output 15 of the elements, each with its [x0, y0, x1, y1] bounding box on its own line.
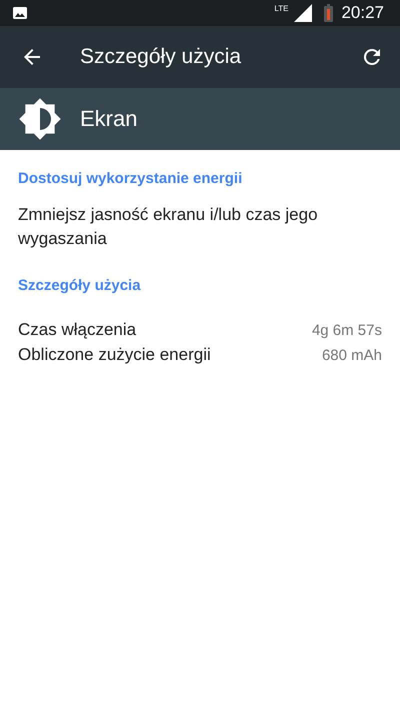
row-label: Obliczone zużycie energii [18, 345, 211, 365]
toolbar-title: Szczegóły użycia [80, 45, 242, 69]
tip-text: Zmniejsz jasność ekranu i/lub czas jego wygaszania [18, 204, 319, 250]
row-label: Czas włączenia [18, 320, 136, 340]
row-value: 680 mAh [322, 347, 382, 364]
section-header: Szczegóły użycia [18, 276, 142, 296]
network-label: LTE [274, 4, 288, 13]
clock-time: 20:27 [341, 3, 384, 23]
brightness-icon [18, 97, 62, 141]
signal-icon [294, 4, 312, 22]
section-header: Dostosuj wykorzystanie energii [18, 169, 244, 189]
battery-icon [324, 4, 334, 22]
row-value: 4g 6m 57s [312, 322, 382, 339]
app-name: Ekran [80, 106, 138, 132]
image-icon [12, 5, 28, 21]
